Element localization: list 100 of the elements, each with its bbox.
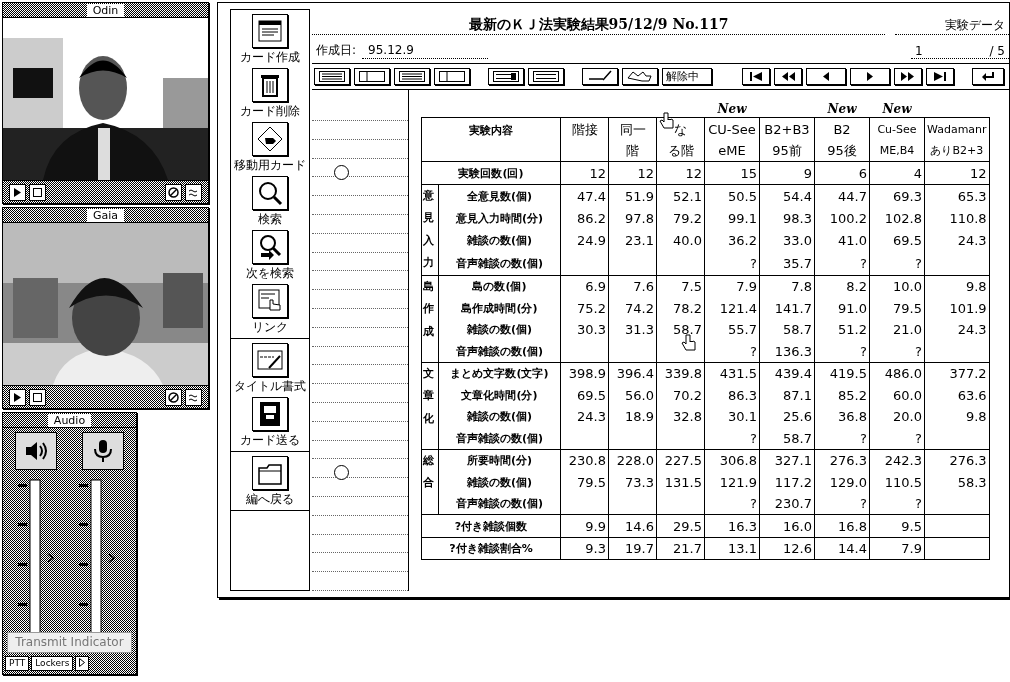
row-group-label: 島作成 [421, 275, 439, 363]
microphone-button[interactable] [81, 432, 124, 470]
first-button[interactable] [742, 67, 770, 85]
audio-button[interactable]: PTT [5, 656, 30, 671]
speaker-button[interactable] [15, 432, 58, 470]
table-cell: 439.4 [759, 362, 815, 385]
table-cell: 242.3 [869, 449, 925, 472]
column-header: 95後 [814, 139, 870, 162]
layout-button[interactable] [488, 67, 524, 85]
table-cell: 70.2 [656, 384, 705, 406]
microphone-icon [91, 439, 114, 463]
play-button[interactable] [9, 388, 26, 406]
wave-button[interactable] [185, 183, 202, 201]
layout-button[interactable] [528, 67, 564, 85]
date-value: 95.12.9 [368, 42, 414, 57]
new-label: New [717, 102, 747, 117]
hand-tool-button[interactable] [622, 67, 658, 85]
mute-video-button[interactable] [165, 183, 182, 201]
palette-button[interactable] [252, 14, 288, 48]
column-header: 同一 [608, 117, 657, 140]
table-cell: 32.8 [656, 405, 705, 428]
table-cell: 8.2 [814, 275, 870, 298]
palette-button[interactable] [252, 397, 288, 431]
table-cell: 306.8 [704, 449, 760, 472]
palette-button[interactable] [252, 343, 288, 377]
palette-label: 編へ戻る [246, 491, 294, 508]
mute-video-button[interactable] [165, 388, 182, 406]
row-label: 雑談の数(個) [438, 318, 561, 341]
layout-button[interactable] [354, 67, 390, 85]
table-cell: 23.1 [608, 229, 657, 253]
table-cell: 117.2 [759, 471, 815, 493]
table-cell: 14.6 [608, 514, 657, 538]
rewind-button[interactable] [774, 67, 802, 85]
hand-icon [627, 70, 653, 83]
table-cell: ? [704, 252, 760, 276]
table-cell: 99.1 [704, 207, 760, 230]
table-cell: 25.6 [759, 405, 815, 428]
layout-button[interactable] [314, 67, 350, 85]
return-button[interactable] [972, 67, 1004, 85]
palette-button[interactable] [252, 68, 288, 102]
row-label: 文章化時間(分) [438, 384, 561, 406]
palette-button[interactable] [252, 284, 288, 318]
table-cell: ? [814, 492, 870, 515]
column-header: eME [704, 139, 760, 162]
new-label: New [827, 102, 857, 117]
table-cell: 121.4 [704, 297, 760, 319]
fast-forward-button[interactable] [894, 67, 922, 85]
return-icon [980, 70, 996, 82]
table-cell: 339.8 [656, 362, 705, 385]
play-button[interactable] [9, 183, 26, 201]
table-cell: 12 [560, 161, 609, 185]
palette-button[interactable] [252, 230, 288, 264]
table-cell: 98.3 [759, 207, 815, 230]
circle-mark [334, 465, 349, 481]
table-cell: 36.8 [814, 405, 870, 428]
column-header: る階 [656, 139, 705, 162]
title-format-icon [257, 347, 283, 373]
layout-icon [399, 70, 425, 82]
table-cell: 75.2 [560, 297, 609, 319]
wave-button[interactable] [185, 388, 202, 406]
table-cell: 7.9 [704, 275, 760, 298]
no-sign-icon [168, 186, 179, 198]
frame-icon [33, 392, 42, 402]
layout-button[interactable] [394, 67, 430, 85]
column-header: Cu-See [869, 117, 925, 140]
release-button[interactable]: 解除中 [662, 67, 712, 85]
table-cell: 78.2 [656, 297, 705, 319]
previous-button[interactable] [806, 67, 846, 85]
last-button[interactable] [926, 67, 954, 85]
table-cell: ? [704, 492, 760, 515]
row-label: 実験回数(回) [421, 161, 561, 185]
palette-label: 次を検索 [246, 265, 294, 282]
palette-button[interactable] [252, 456, 288, 490]
card-title: 最新のＫＪ法実験結果95/12/9 No.117 [468, 15, 729, 34]
snapshot-button[interactable] [29, 183, 46, 201]
layout-button[interactable] [434, 67, 470, 85]
page-total: / 5 [989, 43, 1005, 58]
more-button[interactable] [75, 656, 90, 671]
hand-card-icon [257, 126, 283, 152]
table-cell: 7.6 [608, 275, 657, 298]
palette-button[interactable] [252, 176, 288, 210]
table-cell: 101.9 [924, 297, 990, 319]
palette-button[interactable] [252, 122, 288, 156]
row-label: ?付き雑談割合% [421, 537, 561, 560]
link-card-icon [257, 288, 283, 314]
table-cell: 58.7 [759, 427, 815, 450]
table-cell: 12 [924, 161, 990, 185]
table-cell: 10.0 [869, 275, 925, 298]
snapshot-button[interactable] [29, 388, 46, 406]
pen-button[interactable] [582, 67, 618, 85]
table-cell: ? [869, 427, 925, 450]
table-cell: 486.0 [869, 362, 925, 385]
audio-button[interactable]: Lockers [31, 656, 74, 671]
table-cell: ? [814, 340, 870, 363]
new-label: New [882, 102, 912, 117]
send-card-icon [257, 401, 283, 427]
table-cell: 69.5 [869, 229, 925, 253]
table-cell: 69.5 [560, 384, 609, 406]
table-cell: 13.1 [704, 537, 760, 560]
next-button[interactable] [850, 67, 890, 85]
